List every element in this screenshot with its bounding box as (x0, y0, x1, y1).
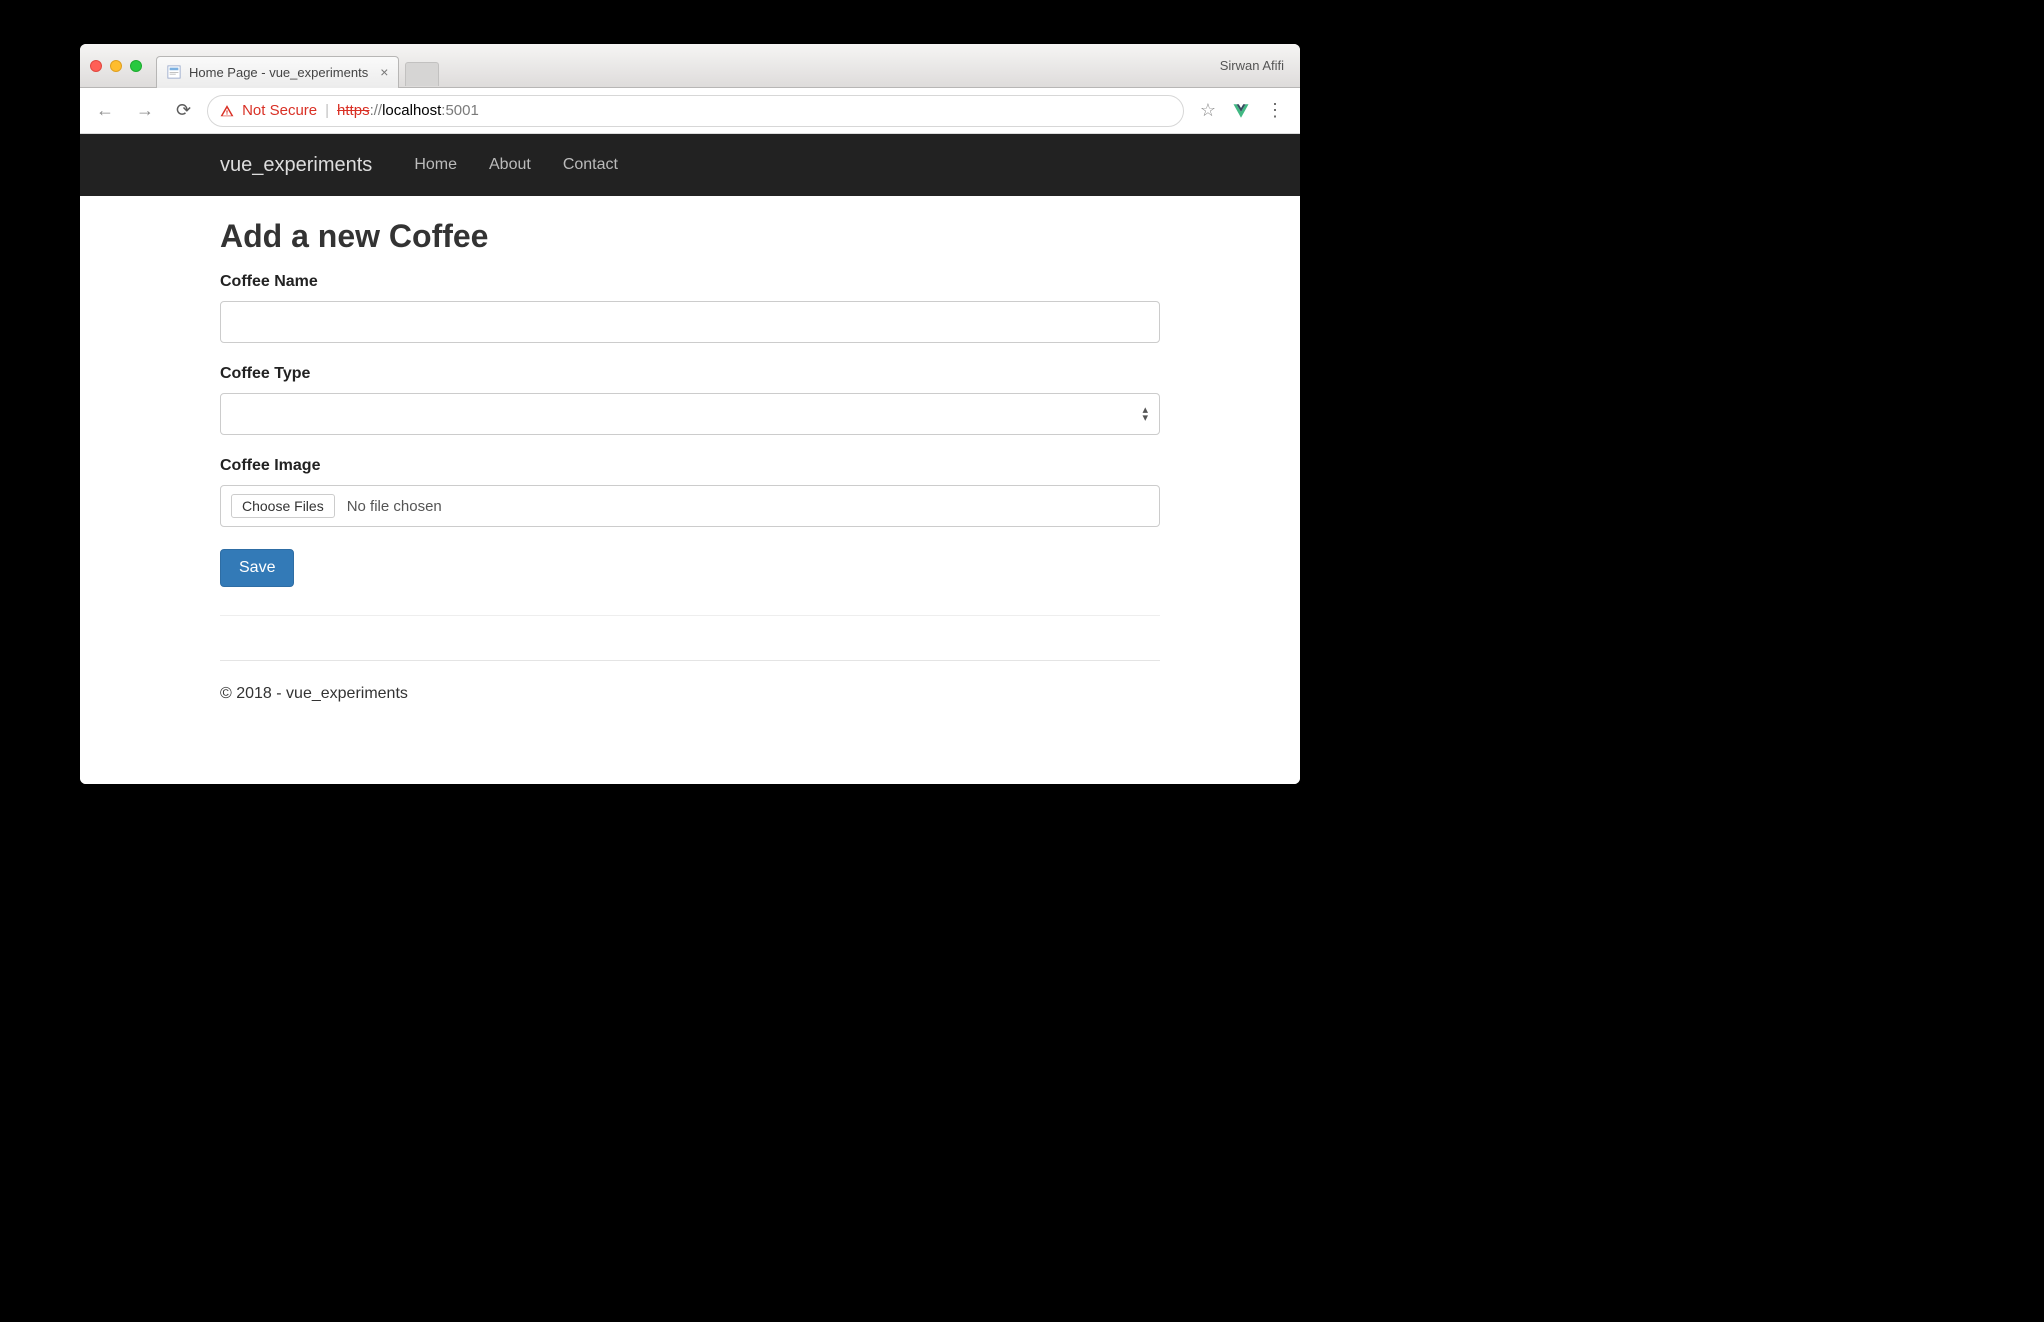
coffee-type-label: Coffee Type (220, 365, 1160, 383)
zoom-window-button[interactable] (130, 60, 142, 72)
coffee-name-label: Coffee Name (220, 273, 1160, 291)
close-window-button[interactable] (90, 60, 102, 72)
profile-name[interactable]: Sirwan Afifi (1220, 58, 1290, 73)
window-titlebar: Home Page - vue_experiments × Sirwan Afi… (80, 44, 1300, 88)
new-tab-button[interactable] (405, 62, 439, 86)
footer-text: © 2018 - vue_experiments (220, 685, 1160, 723)
browser-tab[interactable]: Home Page - vue_experiments × (156, 56, 399, 88)
minimize-window-button[interactable] (110, 60, 122, 72)
file-status-text: No file chosen (347, 498, 442, 515)
field-coffee-name: Coffee Name (220, 273, 1160, 343)
page-viewport: vue_experiments Home About Contact Add a… (80, 134, 1300, 784)
coffee-image-label: Coffee Image (220, 457, 1160, 475)
nav-link-contact[interactable]: Contact (563, 156, 618, 174)
main-content: Add a new Coffee Coffee Name Coffee Type… (80, 196, 1300, 753)
separator: | (325, 102, 329, 119)
coffee-type-select[interactable] (220, 393, 1160, 435)
divider (220, 615, 1160, 616)
back-button[interactable]: ← (90, 96, 120, 125)
nav-link-home[interactable]: Home (414, 156, 457, 174)
window-controls (90, 60, 142, 72)
choose-files-button[interactable]: Choose Files (231, 494, 335, 518)
save-button[interactable]: Save (220, 549, 294, 587)
security-status: Not Secure (242, 102, 317, 119)
url-text: https://localhost:5001 (337, 102, 479, 119)
bookmark-star-icon[interactable]: ☆ (1200, 100, 1216, 121)
address-bar[interactable]: Not Secure | https://localhost:5001 (207, 95, 1184, 127)
reload-button[interactable]: ⟳ (170, 96, 197, 125)
nav-link-about[interactable]: About (489, 156, 531, 174)
forward-button[interactable]: → (130, 96, 160, 125)
browser-toolbar: ← → ⟳ Not Secure | https://localhost:500… (80, 88, 1300, 134)
select-caret-icon: ▴▾ (1142, 406, 1148, 422)
page-favicon-icon (167, 65, 181, 79)
tab-title: Home Page - vue_experiments (189, 65, 368, 80)
vue-devtools-icon[interactable] (1232, 102, 1250, 120)
browser-window: Home Page - vue_experiments × Sirwan Afi… (80, 44, 1300, 784)
coffee-image-file-input[interactable]: Choose Files No file chosen (220, 485, 1160, 527)
close-tab-icon[interactable]: × (380, 64, 388, 80)
site-navbar: vue_experiments Home About Contact (80, 134, 1300, 196)
footer-divider (220, 660, 1160, 661)
browser-menu-icon[interactable]: ⋮ (1260, 100, 1290, 121)
field-coffee-type: Coffee Type ▴▾ (220, 365, 1160, 435)
field-coffee-image: Coffee Image Choose Files No file chosen (220, 457, 1160, 527)
warning-icon (220, 104, 234, 118)
coffee-name-input[interactable] (220, 301, 1160, 343)
navbar-brand[interactable]: vue_experiments (220, 154, 372, 177)
page-title: Add a new Coffee (220, 218, 1160, 255)
